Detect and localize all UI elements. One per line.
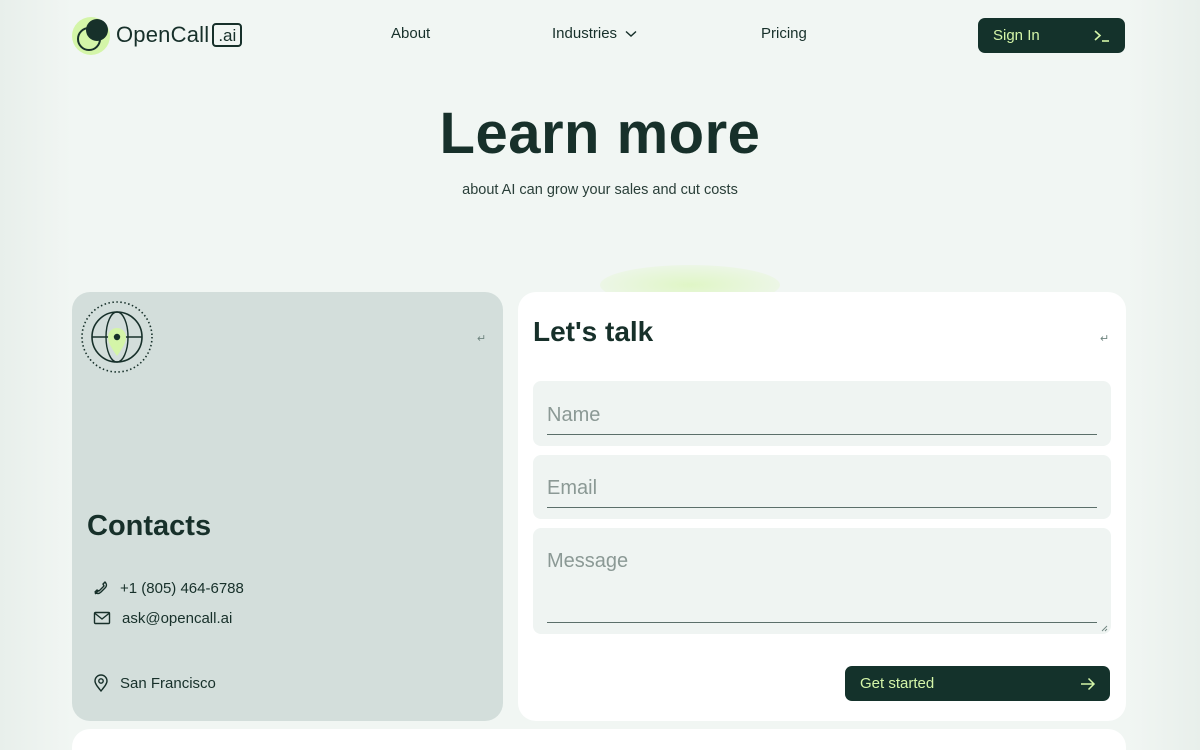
return-icon: ↵ bbox=[477, 333, 487, 345]
sign-in-label: Sign In bbox=[993, 27, 1040, 44]
message-field-container bbox=[533, 528, 1111, 634]
contact-email[interactable]: ask@opencall.ai bbox=[92, 609, 232, 627]
next-section-card bbox=[72, 729, 1126, 750]
globe-location-icon bbox=[81, 301, 153, 373]
mail-icon bbox=[93, 611, 111, 625]
name-field-container bbox=[533, 381, 1111, 446]
contacts-title: Contacts bbox=[87, 510, 212, 542]
contact-location: San Francisco bbox=[92, 673, 216, 693]
phone-icon bbox=[94, 581, 108, 595]
get-started-button[interactable]: Get started bbox=[845, 666, 1110, 701]
email-input[interactable] bbox=[547, 476, 1097, 508]
nav-industries[interactable]: Industries bbox=[552, 25, 637, 42]
contact-form-card: Let's talk ↵ Get started bbox=[518, 292, 1126, 721]
contact-phone-text: +1 (805) 464-6788 bbox=[120, 579, 244, 597]
terminal-prompt-icon bbox=[1094, 29, 1109, 42]
contacts-card: ↵ Contacts +1 (805) 464-6788 ask@opencal… bbox=[72, 292, 503, 721]
arrow-right-icon bbox=[1081, 677, 1096, 690]
map-pin-icon bbox=[94, 674, 108, 693]
nav-about[interactable]: About bbox=[391, 25, 430, 42]
page-title: Learn more bbox=[439, 101, 761, 166]
chevron-down-icon bbox=[625, 30, 637, 37]
logo-mark-icon bbox=[72, 15, 112, 55]
name-input[interactable] bbox=[547, 403, 1097, 435]
site-header: OpenCall .ai About Industries Pricing Si… bbox=[72, 14, 1126, 56]
get-started-label: Get started bbox=[860, 675, 935, 692]
logo-badge: .ai bbox=[212, 23, 243, 47]
resize-handle-icon[interactable] bbox=[1101, 625, 1108, 632]
logo[interactable]: OpenCall .ai bbox=[72, 14, 272, 56]
contact-phone[interactable]: +1 (805) 464-6788 bbox=[92, 579, 244, 597]
nav-industries-label: Industries bbox=[552, 25, 618, 42]
return-icon: ↵ bbox=[1100, 333, 1110, 345]
logo-text: OpenCall bbox=[116, 22, 210, 47]
contact-location-text: San Francisco bbox=[120, 674, 216, 692]
page-subtitle: about AI can grow your sales and cut cos… bbox=[462, 182, 738, 198]
contact-email-text: ask@opencall.ai bbox=[122, 609, 233, 627]
sign-in-button[interactable]: Sign In bbox=[978, 18, 1125, 53]
nav-pricing[interactable]: Pricing bbox=[761, 25, 807, 42]
form-title: Let's talk bbox=[533, 316, 654, 347]
email-field-container bbox=[533, 455, 1111, 519]
message-textarea[interactable] bbox=[547, 550, 1097, 623]
